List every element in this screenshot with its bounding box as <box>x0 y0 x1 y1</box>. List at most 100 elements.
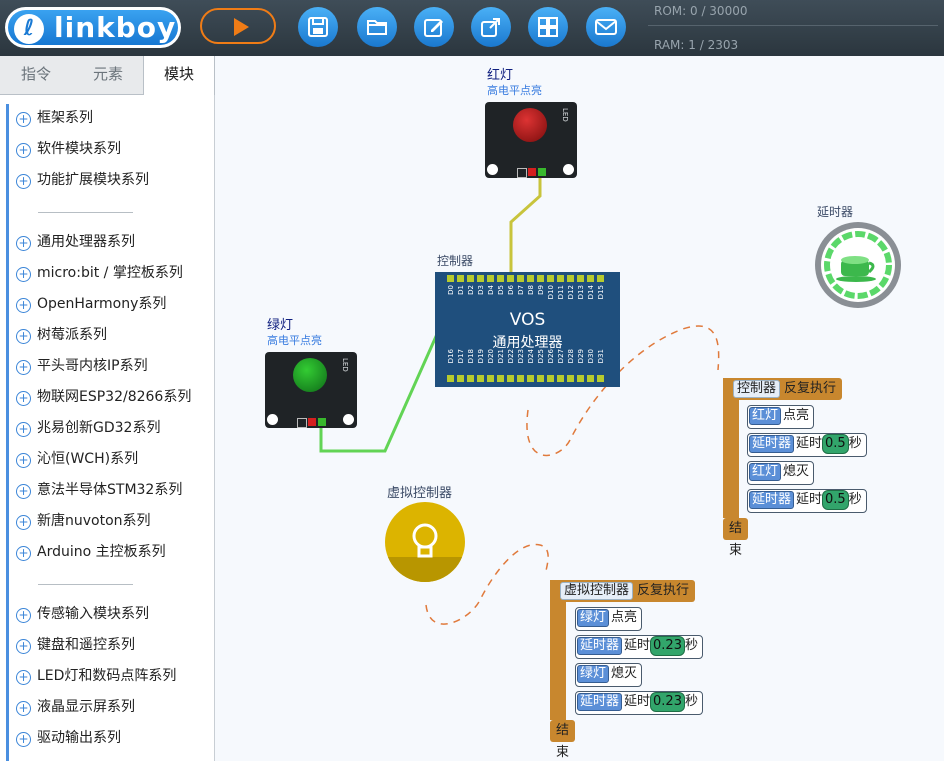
pin-label: D8 <box>527 285 535 295</box>
delay-value-input[interactable]: 0.5 <box>822 434 849 454</box>
block-tag: 控制器 <box>733 380 781 398</box>
module-tag: 延时器 <box>577 693 623 711</box>
unit-label: 秒 <box>848 492 862 507</box>
delay-label: 延时器 <box>817 205 854 219</box>
module-tag: 绿灯 <box>577 665 610 683</box>
in-pin[interactable] <box>318 418 326 426</box>
mount-hole <box>563 164 574 175</box>
statement-block[interactable]: 延时器 延时 0.23 秒 <box>575 691 703 715</box>
controller-pin[interactable] <box>477 275 484 282</box>
controller-pin[interactable] <box>587 375 594 382</box>
controller-label: 控制器 <box>437 254 474 268</box>
controller-pin[interactable] <box>547 375 554 382</box>
controller-pin[interactable] <box>537 375 544 382</box>
statement-text: 延时 <box>796 436 823 451</box>
controller-pin[interactable] <box>447 275 454 282</box>
controller-pin[interactable] <box>467 275 474 282</box>
statement-block[interactable]: 延时器 延时 0.23 秒 <box>575 635 703 659</box>
delay-module[interactable] <box>815 222 901 308</box>
gnd-pin <box>297 418 307 428</box>
green-led-name: 绿灯 <box>267 318 294 333</box>
loop-label: 反复执行 <box>637 583 690 598</box>
controller-pin[interactable] <box>477 375 484 382</box>
loop-block-head[interactable]: 虚拟控制器 反复执行 <box>554 580 696 602</box>
controller-pin[interactable] <box>517 375 524 382</box>
controller-pin[interactable] <box>497 275 504 282</box>
pin-label: D28 <box>567 349 575 364</box>
mount-hole <box>267 414 278 425</box>
pin-label: D18 <box>467 349 475 364</box>
vos-controller[interactable]: D0 D1 D2 D3 D4 D5 D6 D7 D8 D9 D10 D11 D12 D13 D14 D15 V… <box>435 272 620 387</box>
pin-label: D7 <box>517 285 525 295</box>
green-led-subtitle: 高电平点亮 <box>267 334 322 347</box>
statement-block[interactable]: 延时器 延时 0.5 秒 <box>747 489 867 513</box>
pin-label: D1 <box>457 285 465 295</box>
pin-label: D12 <box>567 285 575 300</box>
controller-pin[interactable] <box>557 275 564 282</box>
delay-value-input[interactable]: 0.23 <box>650 636 685 656</box>
delay-value-input[interactable]: 0.23 <box>650 692 685 712</box>
controller-pin[interactable] <box>517 275 524 282</box>
pin-label: D17 <box>457 349 465 364</box>
statement-block[interactable]: 绿灯 熄灭 <box>575 663 643 687</box>
controller-pin[interactable] <box>457 275 464 282</box>
controller-pin[interactable] <box>507 375 514 382</box>
statement-block[interactable]: 红灯 点亮 <box>747 405 815 429</box>
statement-text: 熄灭 <box>783 464 810 479</box>
statement-text: 延时 <box>624 694 651 709</box>
controller-pin[interactable] <box>507 275 514 282</box>
green-led-module[interactable]: LED <box>265 352 357 428</box>
controller-pin[interactable] <box>557 375 564 382</box>
controller-pin[interactable] <box>577 375 584 382</box>
controller-pin[interactable] <box>447 375 454 382</box>
pin-label: D9 <box>537 285 545 295</box>
mount-hole <box>343 414 354 425</box>
green-bulb <box>293 358 327 392</box>
pin-label: D5 <box>497 285 505 295</box>
led-side-label: LED <box>341 358 349 372</box>
virtual-controller[interactable] <box>385 502 465 582</box>
block-tag: 虚拟控制器 <box>560 582 634 600</box>
statement-text: 延时 <box>796 492 823 507</box>
controller-pin[interactable] <box>577 275 584 282</box>
loop-label: 反复执行 <box>784 381 837 396</box>
statement-block[interactable]: 延时器 延时 0.5 秒 <box>747 433 867 457</box>
pin-label: D6 <box>507 285 515 295</box>
statement-text: 点亮 <box>611 610 638 625</box>
delay-value-input[interactable]: 0.5 <box>822 490 849 510</box>
statement-text: 熄灭 <box>611 666 638 681</box>
unit-label: 秒 <box>684 694 698 709</box>
unit-label: 秒 <box>848 436 862 451</box>
controller-pin[interactable] <box>487 375 494 382</box>
controller-pin[interactable] <box>537 275 544 282</box>
statement-block[interactable]: 绿灯 点亮 <box>575 607 643 631</box>
controller-pin[interactable] <box>597 275 604 282</box>
gnd-pin <box>517 168 527 178</box>
controller-pin[interactable] <box>527 375 534 382</box>
controller-pin[interactable] <box>467 375 474 382</box>
pin-label: D20 <box>487 349 495 364</box>
bottom-pin-row: D16 D17 D18 D19 D20 D21 D22 D23 D24 D25 D26 D27 D28 D… <box>447 349 619 384</box>
controller-pin[interactable] <box>567 275 574 282</box>
controller-pin[interactable] <box>487 275 494 282</box>
controller-pin[interactable] <box>497 375 504 382</box>
module-tag: 延时器 <box>577 637 623 655</box>
pin-label: D0 <box>447 285 455 295</box>
virtual-controller-label: 虚拟控制器 <box>387 486 453 501</box>
pin-label: D30 <box>587 349 595 364</box>
controller-pin[interactable] <box>457 375 464 382</box>
controller-pin[interactable] <box>567 375 574 382</box>
in-pin[interactable] <box>538 168 546 176</box>
vcc-pin <box>528 168 536 176</box>
controller-pin[interactable] <box>527 275 534 282</box>
controller-pin[interactable] <box>547 275 554 282</box>
red-led-module[interactable]: LED <box>485 102 577 178</box>
led-side-label: LED <box>561 108 569 122</box>
statement-block[interactable]: 红灯 熄灭 <box>747 461 815 485</box>
pin-label: D14 <box>587 285 595 300</box>
controller-pin[interactable] <box>597 375 604 382</box>
mount-hole <box>487 164 498 175</box>
controller-pin[interactable] <box>587 275 594 282</box>
loop-block-head[interactable]: 控制器 反复执行 <box>727 378 843 400</box>
red-led-name: 红灯 <box>487 68 514 83</box>
